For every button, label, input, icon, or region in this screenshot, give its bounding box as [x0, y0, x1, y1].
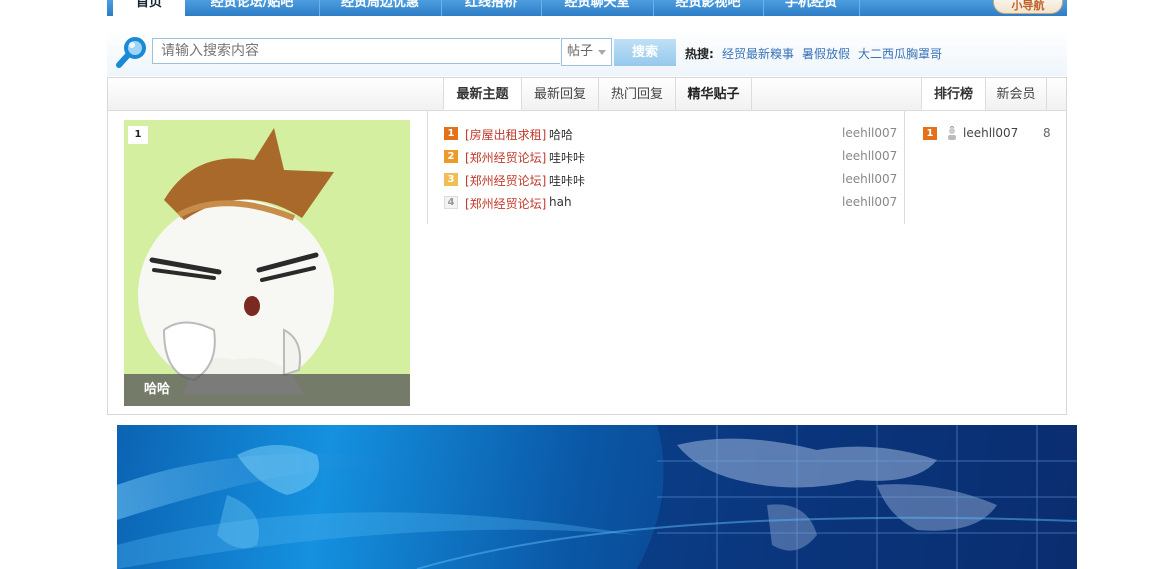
- ranking-row[interactable]: 1 leehll007 8: [923, 125, 1053, 143]
- featured-image[interactable]: 1 哈哈: [124, 120, 410, 406]
- topic-category[interactable]: [房屋出租求租]: [465, 126, 546, 143]
- feature-number: 1: [128, 126, 148, 144]
- column-divider: [427, 110, 428, 224]
- topic-author[interactable]: leehll007: [842, 172, 897, 186]
- rank-badge: 1: [923, 127, 937, 140]
- nav-item-chatroom[interactable]: 经贸聊天室: [541, 0, 654, 16]
- world-map-graphic: [117, 425, 1077, 569]
- topic-row[interactable]: 2 [郑州经贸论坛] 哇咔咔 leehll007: [444, 148, 897, 166]
- topic-title[interactable]: hah: [549, 195, 572, 209]
- main-nav: 首页 经贸论坛/贴吧 经贸周边优惠 红线搭桥 经贸聊天室 经贸影视吧 手机经贸 …: [107, 0, 1067, 16]
- search-type-select[interactable]: 帖子: [561, 38, 612, 66]
- topic-author[interactable]: leehll007: [842, 195, 897, 209]
- nav-item-mobile[interactable]: 手机经贸: [763, 0, 860, 16]
- tab-hot-replies[interactable]: 热门回复: [598, 78, 675, 110]
- topic-row[interactable]: 1 [房屋出租求租] 哈哈 leehll007: [444, 125, 897, 143]
- page: 首页 经贸论坛/贴吧 经贸周边优惠 红线搭桥 经贸聊天室 经贸影视吧 手机经贸 …: [0, 0, 1160, 569]
- hot-search-link[interactable]: 大二西瓜胸罩哥: [858, 45, 942, 62]
- topic-author[interactable]: leehll007: [842, 126, 897, 140]
- topic-author[interactable]: leehll007: [842, 149, 897, 163]
- search-button[interactable]: 搜索: [614, 39, 676, 66]
- rank-badge: 4: [444, 196, 458, 209]
- nav-item-movies[interactable]: 经贸影视吧: [653, 0, 764, 16]
- topic-category[interactable]: [郑州经贸论坛]: [465, 172, 546, 189]
- rank-badge: 1: [444, 127, 458, 140]
- feature-caption[interactable]: 哈哈: [124, 374, 410, 406]
- tab-new-members[interactable]: 新会员: [985, 78, 1047, 110]
- topic-category[interactable]: [郑州经贸论坛]: [465, 149, 546, 166]
- user-avatar-icon: [948, 126, 956, 140]
- nav-item-discounts[interactable]: 经贸周边优惠: [319, 0, 442, 16]
- hot-search-label: 热搜:: [685, 47, 714, 61]
- ranking-count: 8: [1043, 126, 1051, 140]
- cartoon-character-image: [124, 120, 410, 406]
- ranking-username[interactable]: leehll007: [963, 126, 1018, 140]
- topic-row[interactable]: 4 [郑州经贸论坛] hah leehll007: [444, 194, 897, 212]
- mini-nav-button[interactable]: 小导航: [993, 0, 1063, 14]
- tab-latest-replies[interactable]: 最新回复: [521, 78, 598, 110]
- search-icon: [116, 37, 146, 68]
- topic-category[interactable]: [郑州经贸论坛]: [465, 195, 546, 212]
- rank-badge: 3: [444, 173, 458, 186]
- nav-item-home[interactable]: 首页: [113, 0, 185, 16]
- nav-item-forum[interactable]: 经贸论坛/贴吧: [185, 0, 320, 16]
- topic-title[interactable]: 哇咔咔: [549, 172, 585, 189]
- topic-row[interactable]: 3 [郑州经贸论坛] 哇咔咔 leehll007: [444, 171, 897, 189]
- topic-title[interactable]: 哇咔咔: [549, 149, 585, 166]
- topic-title[interactable]: 哈哈: [549, 126, 573, 143]
- hot-search-link[interactable]: 暑假放假: [802, 45, 850, 62]
- world-map-banner: [117, 425, 1077, 569]
- chevron-down-icon: [598, 50, 606, 55]
- nav-item-matchmaking[interactable]: 红线搭桥: [441, 0, 542, 16]
- hot-search-link[interactable]: 经贸最新糗事: [722, 45, 794, 62]
- tab-latest-topics[interactable]: 最新主题: [443, 78, 521, 110]
- search-bar: 帖子 搜索 热搜: 经贸最新糗事 暑假放假 大二西瓜胸罩哥: [107, 30, 1067, 76]
- column-divider: [904, 110, 905, 224]
- rank-badge: 2: [444, 150, 458, 163]
- tab-strip: 最新主题 最新回复 热门回复 精华贴子 排行榜 新会员: [108, 78, 1066, 111]
- content-panel: 最新主题 最新回复 热门回复 精华贴子 排行榜 新会员 1 哈哈 1 [房屋出租…: [107, 77, 1067, 415]
- search-input[interactable]: [152, 38, 560, 64]
- tab-featured-posts[interactable]: 精华贴子: [675, 78, 752, 110]
- search-type-value: 帖子: [567, 44, 594, 59]
- tab-ranking[interactable]: 排行榜: [921, 78, 985, 110]
